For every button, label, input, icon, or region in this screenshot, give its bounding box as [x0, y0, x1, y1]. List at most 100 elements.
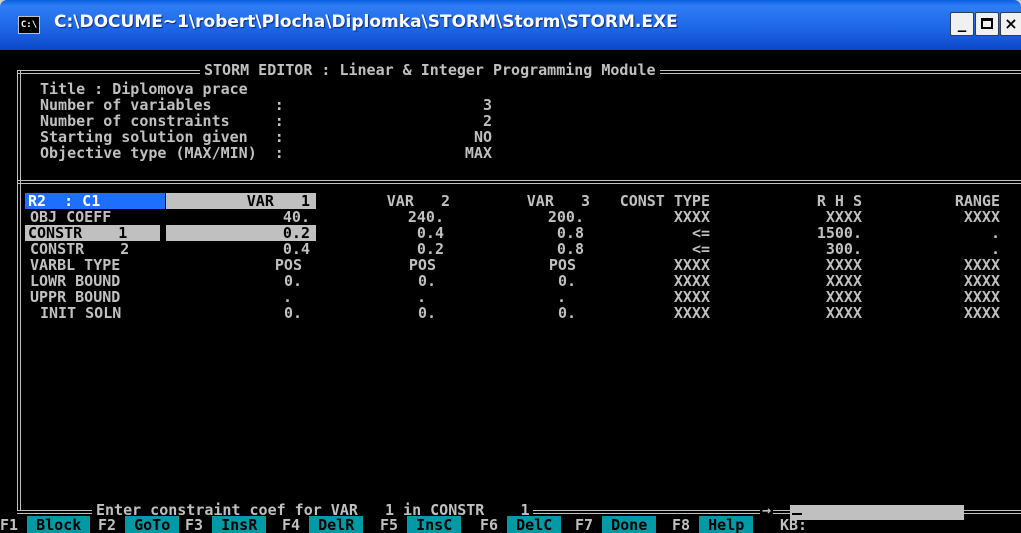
text-cursor — [792, 513, 802, 515]
fkey-label: DelR — [309, 516, 364, 533]
grid-cell[interactable]: 200. — [480, 209, 584, 225]
grid-cell[interactable]: XXXX — [590, 257, 710, 273]
fkey-label: Block — [27, 516, 91, 533]
row-label-constr-1[interactable]: CONSTR 1 — [25, 225, 160, 241]
grid-cell[interactable]: XXXX — [590, 273, 710, 289]
objective-type-label: Objective type (MAX/MIN) : — [40, 144, 284, 162]
num-variables-value: 3 — [482, 96, 492, 114]
num-variables-label: Number of variables : — [40, 96, 284, 114]
column-header-var-1[interactable]: VAR 1 — [166, 193, 316, 209]
grid-cell[interactable]: XXXX — [770, 289, 862, 305]
fkey-number: F5 — [380, 516, 408, 533]
row-label-lowr-bound[interactable]: LOWR BOUND — [30, 273, 120, 289]
grid-cell[interactable]: 300. — [770, 241, 862, 257]
grid-cell[interactable]: XXXX — [770, 273, 862, 289]
f4-delr-button[interactable]: F4 DelR — [282, 516, 364, 533]
fkey-label: DelC — [507, 516, 562, 533]
grid-cell[interactable]: 0.2 — [340, 241, 444, 257]
column-header-range[interactable]: RANGE — [930, 193, 1000, 209]
fkey-number: F1 — [0, 516, 28, 533]
grid-cell[interactable]: 0. — [340, 273, 444, 289]
grid-cell[interactable]: XXXX — [590, 305, 710, 321]
f8-help-button[interactable]: F8 Help — [672, 516, 754, 533]
fkey-number: F6 — [480, 516, 508, 533]
fkey-number: F8 — [672, 516, 700, 533]
grid-cell[interactable]: . — [480, 289, 584, 305]
grid-cell[interactable]: . — [166, 289, 316, 305]
maximize-button[interactable] — [975, 12, 999, 36]
grid-cell[interactable]: XXXX — [930, 209, 1000, 225]
grid-cell[interactable]: POS — [340, 257, 444, 273]
grid-cell[interactable]: XXXX — [590, 289, 710, 305]
grid-cell[interactable]: XXXX — [770, 257, 862, 273]
f1-block-button[interactable]: F1 Block — [0, 516, 91, 533]
grid-cell[interactable]: XXXX — [930, 273, 1000, 289]
row-label-init-soln[interactable]: INIT SOLN — [40, 305, 121, 321]
grid-cell[interactable]: 1500. — [770, 225, 862, 241]
row-label-constr-2[interactable]: CONSTR 2 — [30, 241, 129, 257]
close-button[interactable]: × — [1000, 12, 1021, 36]
starting-solution-value: NO — [473, 128, 492, 146]
title-field: Title : Diplomova prace — [40, 80, 248, 98]
active-cell[interactable]: 0.2 — [166, 225, 316, 241]
grid-cell[interactable]: . — [930, 241, 1000, 257]
grid-cell[interactable]: 0. — [166, 305, 316, 321]
num-constraints-value: 2 — [482, 112, 492, 130]
header-bottom-border — [17, 180, 1021, 184]
f3-insr-button[interactable]: F3 InsR — [185, 516, 267, 533]
fkey-label: InsR — [212, 516, 267, 533]
grid-cell[interactable]: 0. — [480, 273, 584, 289]
grid-cell[interactable]: XXXX — [930, 257, 1000, 273]
f5-insc-button[interactable]: F5 InsC — [380, 516, 462, 533]
f6-delc-button[interactable]: F6 DelC — [480, 516, 562, 533]
f7-done-button[interactable]: F7 Done — [575, 516, 657, 533]
grid-cell[interactable]: <= — [590, 241, 710, 257]
grid-cell[interactable]: XXXX — [930, 305, 1000, 321]
function-key-bar: F1 Block F2 GoTo F3 InsR F4 DelR F5 InsC… — [0, 516, 1021, 533]
grid-cell[interactable]: 0.8 — [480, 241, 584, 257]
column-header-var-3[interactable]: VAR 3 — [480, 193, 590, 209]
fkey-label: InsC — [407, 516, 462, 533]
fkey-number: F4 — [282, 516, 310, 533]
objective-type-value: MAX — [464, 144, 492, 162]
window-titlebar[interactable]: C:\ C:\DOCUME~1\robert\Plocha\Diplomka\S… — [0, 0, 1021, 50]
grid-cell[interactable]: 240. — [340, 209, 444, 225]
grid-cell[interactable]: 40. — [166, 209, 316, 225]
grid-cell[interactable]: XXXX — [770, 209, 862, 225]
grid-cell[interactable]: XXXX — [770, 305, 862, 321]
column-header-rhs[interactable]: R H S — [770, 193, 862, 209]
grid-cell[interactable]: . — [340, 289, 444, 305]
row-label-uppr-bound[interactable]: UPPR BOUND — [30, 289, 120, 305]
grid-cell[interactable]: . — [930, 225, 1000, 241]
grid-cell[interactable]: POS — [480, 257, 584, 273]
minimize-button[interactable]: _ — [950, 12, 974, 36]
grid-cell[interactable]: 0.4 — [166, 241, 316, 257]
grid-cell[interactable]: <= — [590, 225, 710, 241]
window-title: C:\DOCUME~1\robert\Plocha\Diplomka\STORM… — [54, 12, 678, 32]
column-header-const-type[interactable]: CONST TYPE — [590, 193, 710, 209]
grid-cell[interactable]: 0. — [480, 305, 584, 321]
console-icon[interactable]: C:\ — [18, 16, 40, 34]
grid-cell[interactable]: XXXX — [590, 209, 710, 225]
header-left-border — [17, 70, 21, 181]
fkey-label: Help — [699, 516, 754, 533]
row-label-obj-coeff[interactable]: OBJ COEFF — [30, 209, 111, 225]
f2-goto-button[interactable]: F2 GoTo — [98, 516, 180, 533]
grid-cell[interactable]: 0.8 — [480, 225, 584, 241]
grid-cell[interactable]: 0.4 — [340, 225, 444, 241]
fkey-number: F7 — [575, 516, 603, 533]
grid-cell[interactable]: 0. — [340, 305, 444, 321]
input-arrow-icon: → — [760, 501, 774, 519]
grid-cell[interactable]: XXXX — [930, 289, 1000, 305]
column-header-var-2[interactable]: VAR 2 — [340, 193, 450, 209]
row-label-varbl-type[interactable]: VARBL TYPE — [30, 257, 120, 273]
fkey-number: F3 — [185, 516, 213, 533]
grid-cell[interactable]: POS — [166, 257, 316, 273]
cell-position-indicator: R2 : C1 — [25, 193, 165, 209]
maximize-icon — [981, 18, 993, 29]
grid-cell[interactable]: 0. — [166, 273, 316, 289]
console-area[interactable]: STORM EDITOR : Linear & Integer Programm… — [0, 50, 1021, 533]
fkey-label: Done — [602, 516, 657, 533]
editor-banner: STORM EDITOR : Linear & Integer Programm… — [200, 62, 660, 78]
kb-indicator: KB: — [780, 516, 808, 533]
